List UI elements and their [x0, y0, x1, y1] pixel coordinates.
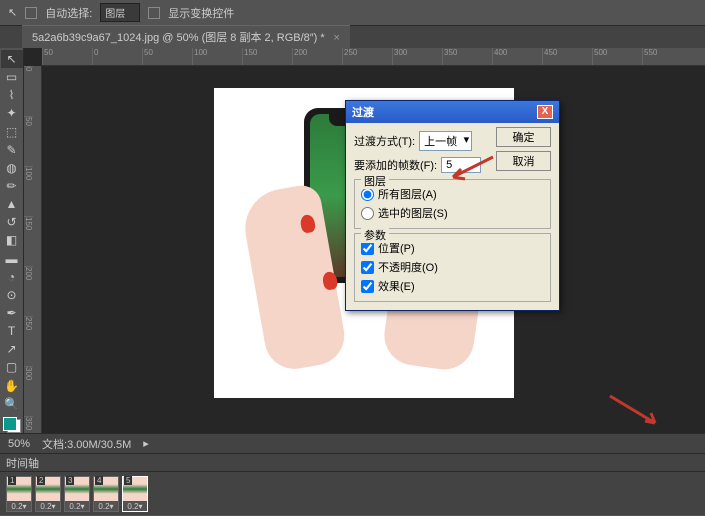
auto-select-label: 自动选择:: [45, 5, 92, 21]
eraser-tool[interactable]: ◧: [1, 231, 23, 249]
zoom-tool[interactable]: 🔍: [1, 395, 23, 413]
dodge-tool[interactable]: ⊙: [1, 286, 23, 304]
lasso-tool[interactable]: ⌇: [1, 86, 23, 104]
status-arrow-icon[interactable]: ▸: [143, 437, 149, 450]
close-tab-icon[interactable]: ×: [333, 32, 339, 44]
selected-layer-radio[interactable]: 选中的图层(S): [361, 205, 544, 221]
stamp-tool[interactable]: ▲: [1, 195, 23, 213]
layers-group-title: 图层: [361, 173, 389, 189]
options-bar: ↖ 自动选择: 图层 显示变换控件: [0, 0, 705, 26]
frame-5[interactable]: 50.2▾: [122, 476, 148, 512]
brush-tool[interactable]: ✏: [1, 177, 23, 195]
eyedropper-tool[interactable]: ✎: [1, 141, 23, 159]
frames-to-add-input[interactable]: [441, 157, 481, 173]
pen-tool[interactable]: ✒: [1, 304, 23, 322]
dialog-close-button[interactable]: X: [537, 105, 553, 119]
history-brush-tool[interactable]: ↺: [1, 213, 23, 231]
timeline-label: 时间轴: [6, 455, 39, 471]
layers-group: 图层 所有图层(A) 选中的图层(S): [354, 179, 551, 229]
frame-1[interactable]: 10.2▾: [6, 476, 32, 512]
params-group: 参数 位置(P) 不透明度(O) 效果(E): [354, 233, 551, 302]
dialog-title: 过渡: [352, 104, 374, 120]
ok-button[interactable]: 确定: [496, 127, 551, 147]
show-transform-checkbox[interactable]: [148, 7, 160, 19]
shape-tool[interactable]: ▢: [1, 358, 23, 376]
zoom-level[interactable]: 50%: [8, 438, 30, 450]
color-swatch[interactable]: [3, 417, 21, 433]
effects-check[interactable]: 效果(E): [361, 278, 544, 294]
timeline-frames: 10.2▾ 20.2▾ 30.2▾ 40.2▾ 50.2▾: [0, 472, 705, 516]
path-tool[interactable]: ↗: [1, 340, 23, 358]
timeline-panel: 时间轴 10.2▾ 20.2▾ 30.2▾ 40.2▾ 50.2▾: [0, 453, 705, 515]
toolbox: ↖ ▭ ⌇ ✦ ⬚ ✎ ◍ ✏ ▲ ↺ ◧ ▬ ◔ ⊙ ✒ T ↗ ▢ ✋ 🔍: [0, 48, 24, 433]
auto-select-dropdown[interactable]: 图层: [100, 3, 140, 22]
params-group-title: 参数: [361, 227, 389, 243]
frame-4[interactable]: 40.2▾: [93, 476, 119, 512]
document-tabs: 5a2a6b39c9a67_1024.jpg @ 50% (图层 8 副本 2,…: [0, 26, 705, 48]
hand-tool[interactable]: ✋: [1, 377, 23, 395]
marquee-tool[interactable]: ▭: [1, 68, 23, 86]
document-tab[interactable]: 5a2a6b39c9a67_1024.jpg @ 50% (图层 8 副本 2,…: [22, 25, 350, 48]
cancel-button[interactable]: 取消: [496, 151, 551, 171]
dialog-titlebar[interactable]: 过渡 X: [346, 101, 559, 123]
wand-tool[interactable]: ✦: [1, 104, 23, 122]
frame-3[interactable]: 30.2▾: [64, 476, 90, 512]
tween-dialog: 过渡 X 确定 取消 过渡方式(T): 上一帧 要添加的帧数(F): 图层 所有…: [345, 100, 560, 311]
tween-method-label: 过渡方式(T):: [354, 133, 415, 149]
ruler-vertical: 050100150200250300350: [24, 66, 42, 433]
opacity-check[interactable]: 不透明度(O): [361, 259, 544, 275]
show-transform-label: 显示变换控件: [168, 5, 234, 21]
ruler-horizontal: 50050100150200250300350400450500550: [42, 48, 705, 66]
move-tool[interactable]: ↖: [1, 50, 23, 68]
gradient-tool[interactable]: ▬: [1, 250, 23, 268]
frames-to-add-label: 要添加的帧数(F):: [354, 157, 437, 173]
tween-method-select[interactable]: 上一帧: [419, 131, 472, 151]
type-tool[interactable]: T: [1, 322, 23, 340]
auto-select-checkbox[interactable]: [25, 7, 37, 19]
doc-size: 文档:3.00M/30.5M: [42, 436, 131, 452]
heal-tool[interactable]: ◍: [1, 159, 23, 177]
move-tool-icon[interactable]: ↖: [8, 6, 17, 19]
crop-tool[interactable]: ⬚: [1, 123, 23, 141]
frame-2[interactable]: 20.2▾: [35, 476, 61, 512]
status-bar: 50% 文档:3.00M/30.5M ▸: [0, 433, 705, 453]
blur-tool[interactable]: ◔: [1, 268, 23, 286]
tab-title: 5a2a6b39c9a67_1024.jpg @ 50% (图层 8 副本 2,…: [32, 32, 325, 44]
